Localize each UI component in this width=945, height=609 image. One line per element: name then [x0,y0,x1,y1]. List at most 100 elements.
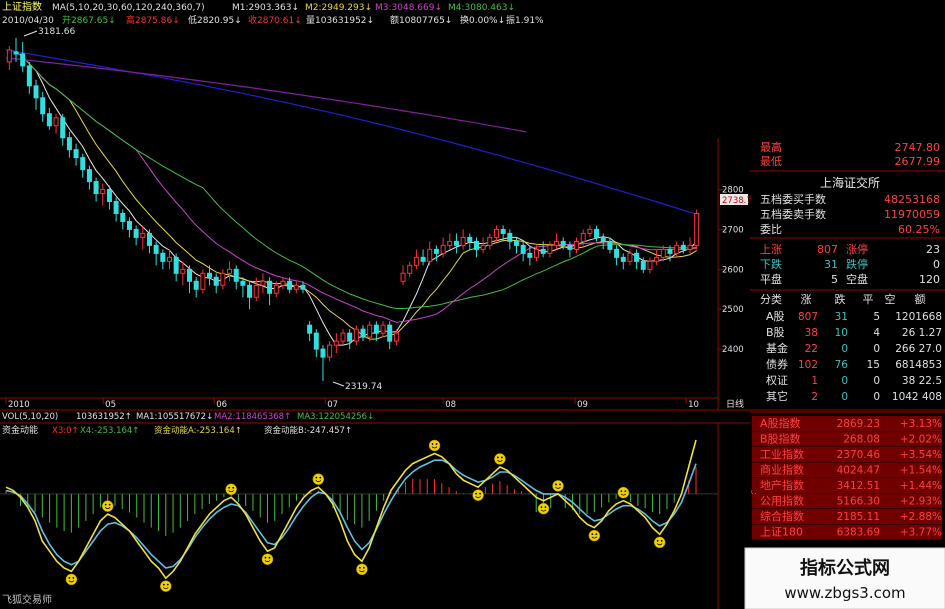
candle-body [634,252,640,262]
panel-class-amount: 1042 408 [892,391,942,403]
site-name: 指标公式网 [800,557,890,579]
panel-label: 空盘 [846,272,868,286]
candle-body [687,244,693,250]
candle-body [80,157,86,171]
panel-index-name: 综合指数 [760,509,804,523]
vol-ma2: MA2:118465368↑ [214,412,291,422]
panel-class-amount: 6814853 [895,359,942,371]
candle-body [473,240,479,250]
vol-ma1: MA1:105517672↓ [136,412,213,422]
panel-class-up: 102 [798,359,818,371]
x-tick-label: 07 [327,400,338,410]
candle-body [307,324,313,334]
candle-body [133,228,139,238]
panel-class-flat: 15 [867,359,880,371]
bar-open: 开2867.65↓ [62,15,116,26]
panel-index-change: +2.02% [900,434,942,446]
panel-label: 委比 [760,223,782,236]
bar-amplitude: 振1.91% [506,14,544,26]
x-tick-label: 06 [216,400,227,410]
vol-value: 103631952↑ [76,412,132,422]
candle-body [160,252,166,262]
candle-body [620,256,626,262]
panel-index-value: 2370.46 [837,449,881,461]
ma-m4: M4:3080.463↓ [448,3,515,13]
candle-body [193,280,199,290]
panel-class-down: 76 [835,359,849,371]
panel-index-name: 商业指数 [760,463,804,477]
panel-index-name: 工业指数 [760,447,804,461]
candle-body [580,232,586,242]
candle-body [327,344,333,358]
panel-value: 60.25% [898,223,940,236]
candle-body [460,236,466,246]
panel-index-name: 公用指数 [760,494,804,508]
panel-index-change: +1.44% [900,480,942,492]
bar-volume: 量103631952↓ [306,15,374,26]
bar-amount: 额10807765↓ [390,14,452,26]
indicator-a: 资金动能A:-253.164↑ [154,425,242,436]
candle-body [360,328,366,338]
candle-body [187,268,193,282]
panel-class-down: 0 [841,375,848,387]
candle-body [407,264,413,274]
candle-body [273,284,279,294]
panel-index-change: +3.13% [900,418,942,430]
bar-date: 2010/04/30 [2,16,54,26]
candle-body [500,228,506,234]
panel-column-header: 分类 [760,292,782,306]
site-watermark: 指标公式网 www.zbgs3.com [744,547,945,609]
bar-low: 低2820.95↓ [188,14,242,26]
panel-index-value: 268.08 [843,434,880,446]
candle-body [654,256,660,262]
candle-body [507,232,513,242]
ma-m2: M2:2949.293↓ [305,3,372,13]
indicator-b: 资金动能B:-247.457↑ [264,425,352,436]
panel-index-value: 3412.51 [837,480,880,492]
candle-body [13,51,19,55]
ma-m3: M3:3048.669↓ [375,3,442,13]
candle-body [607,240,613,250]
panel-label: 最低 [760,155,782,168]
candle-body [293,284,299,290]
candle-body [26,65,32,87]
panel-index-name: 地产指数 [760,478,804,492]
candle-body [146,232,152,246]
candle-body [380,324,386,334]
panel-value: 5 [831,273,838,286]
panel-value: 120 [919,273,940,286]
panel-class-up: 807 [798,311,818,323]
panel-value: 11970059 [884,208,940,221]
stock-chart[interactable]: 上证指数 MA(5,10,20,30,60,120,240,360,7) M1:… [0,0,945,609]
candle-body [86,169,92,183]
indicator-name: 资金动能 [2,424,38,436]
panel-value: 23 [926,243,940,256]
candle-body [340,332,346,342]
panel-class-down: 0 [841,391,848,403]
panel-class-amount: 1201668 [895,311,942,323]
bar-turnover: 换0.00%↓ [460,14,505,26]
candle-body [680,244,686,250]
panel-class-up: 38 [805,327,818,339]
panel-value: 2747.80 [895,141,941,154]
candle-body [73,149,79,159]
candle-body [247,284,253,298]
candle-body [333,340,339,346]
candle-body [554,240,560,246]
smiley-marker-icon [65,573,78,586]
panel-label: 涨停 [846,242,868,256]
candle-body [520,244,526,254]
panel-label: 上涨 [760,243,782,256]
candle-body [33,85,39,99]
panel-class-flat: 0 [873,391,880,403]
panel-index-change: +3.54% [900,449,942,461]
vol-label: VOL(5,10,20) [2,412,58,422]
candle-body [493,228,499,238]
candle-body [400,272,406,282]
smiley-marker-icon [472,489,484,501]
candle-body [347,332,353,342]
candle-body [674,244,680,254]
candle-body [267,280,273,294]
panel-value: 48253168 [884,193,940,206]
candle-body [487,236,493,246]
